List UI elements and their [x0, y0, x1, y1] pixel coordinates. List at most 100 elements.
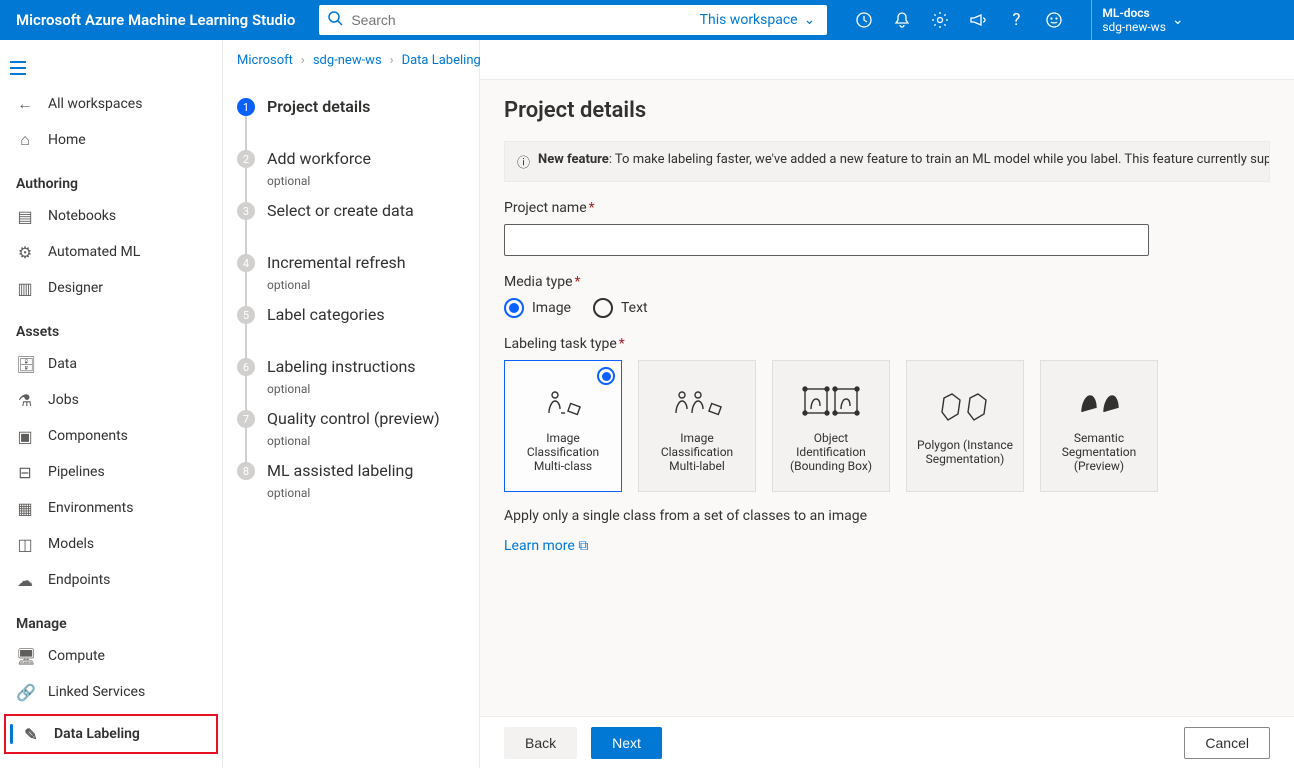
sidebar-section-authoring: Authoring: [0, 158, 222, 198]
sidebar: ← All workspaces ⌂ Home Authoring ▤Noteb…: [0, 40, 223, 768]
task-type-card[interactable]: Polygon (InstanceSegmentation): [906, 360, 1024, 492]
home-icon: ⌂: [16, 130, 34, 150]
scope-dropdown[interactable]: This workspace ⌄: [688, 12, 828, 28]
wizard-step[interactable]: 7 Quality control (preview) optional: [237, 410, 465, 462]
breadcrumb-link[interactable]: Microsoft: [237, 53, 293, 68]
radio-text[interactable]: Text: [593, 298, 648, 318]
step-label: ML assisted labeling: [267, 462, 413, 484]
required-asterisk: *: [589, 200, 595, 216]
sidebar-item-data[interactable]: 🗄Data: [0, 346, 222, 382]
wizard-step[interactable]: 8 ML assisted labeling optional: [237, 462, 465, 500]
step-bullet: 6: [237, 358, 255, 376]
wizard-steps-column: Microsoft › sdg-new-ws › Data Labeling ›…: [223, 40, 480, 768]
sidebar-item-notebooks[interactable]: ▤Notebooks: [0, 198, 222, 234]
next-button[interactable]: Next: [591, 727, 662, 759]
sidebar-item-datalabeling[interactable]: ✎Data Labeling: [6, 716, 216, 752]
sidebar-item-models[interactable]: ◫Models: [0, 526, 222, 562]
required-asterisk: *: [575, 274, 581, 290]
task-type-card[interactable]: SemanticSegmentation(Preview): [1040, 360, 1158, 492]
selected-radio-icon: [597, 367, 615, 385]
radio-icon: [593, 298, 613, 318]
sidebar-item-linked[interactable]: 🔗Linked Services: [0, 674, 222, 710]
sidebar-item-endpoints[interactable]: ☁Endpoints: [0, 562, 222, 598]
clock-icon[interactable]: [845, 0, 883, 40]
flask-icon: ⚗: [16, 391, 34, 410]
search-input[interactable]: [351, 12, 687, 28]
step-optional: optional: [267, 486, 413, 500]
wizard-step[interactable]: 4 Incremental refresh optional: [237, 254, 465, 306]
task-type-card[interactable]: ObjectIdentification(Bounding Box): [772, 360, 890, 492]
task-glyph-icon: [541, 381, 585, 421]
home-label: Home: [48, 132, 86, 148]
back-button[interactable]: Back: [504, 727, 577, 759]
task-type-card[interactable]: ImageClassificationMulti-label: [638, 360, 756, 492]
wizard-step[interactable]: 6 Labeling instructions optional: [237, 358, 465, 410]
step-bullet: 8: [237, 462, 255, 480]
step-label: Add workforce: [267, 150, 371, 172]
sidebar-item-automl[interactable]: ⚙Automated ML: [0, 234, 222, 270]
info-banner: ⓘ New feature: To make labeling faster, …: [504, 141, 1270, 182]
task-card-label: SemanticSegmentation(Preview): [1062, 431, 1137, 473]
step-label: Labeling instructions: [267, 358, 416, 380]
task-glyph-icon: [1074, 381, 1124, 421]
media-type-radios: Image Text: [504, 298, 1270, 318]
gear-icon[interactable]: [921, 0, 959, 40]
sidebar-section-manage: Manage: [0, 598, 222, 638]
breadcrumb-link[interactable]: sdg-new-ws: [313, 53, 382, 68]
sidebar-item-home[interactable]: ⌂ Home: [0, 122, 222, 158]
page-title: Project details: [504, 98, 1270, 123]
sidebar-item-jobs[interactable]: ⚗Jobs: [0, 382, 222, 418]
wizard-step[interactable]: 1 Project details: [237, 98, 465, 150]
header-actions: ?: [845, 0, 1073, 40]
task-glyph-icon: [938, 388, 992, 428]
step-optional: optional: [267, 174, 371, 188]
breadcrumb-link[interactable]: Data Labeling: [402, 53, 481, 68]
account-menu[interactable]: ML-docs sdg-new-ws ⌄: [1091, 0, 1193, 40]
sidebar-item-compute[interactable]: 🖥Compute: [0, 638, 222, 674]
search-box[interactable]: This workspace ⌄: [319, 5, 827, 35]
task-glyph-icon: [670, 381, 724, 421]
wizard-step[interactable]: 3 Select or create data: [237, 202, 465, 254]
task-type-description: Apply only a single class from a set of …: [504, 508, 1270, 524]
compute-icon: 🖥: [16, 647, 34, 666]
step-connector: [245, 116, 247, 150]
megaphone-icon[interactable]: [959, 0, 997, 40]
step-optional: optional: [267, 434, 440, 448]
data-icon: 🗄: [16, 355, 34, 374]
step-label: Quality control (preview): [267, 410, 440, 432]
step-connector: [245, 168, 247, 202]
banner-text: : To make labeling faster, we've added a…: [609, 152, 1270, 167]
radio-icon: [504, 298, 524, 318]
chevron-down-icon: ⌄: [804, 12, 816, 28]
arrow-left-icon: ←: [16, 94, 34, 114]
help-icon[interactable]: ?: [997, 0, 1035, 40]
sidebar-item-pipelines[interactable]: ⊟Pipelines: [0, 454, 222, 490]
brand-title: Microsoft Azure Machine Learning Studio: [8, 11, 303, 29]
required-asterisk: *: [619, 336, 625, 352]
automl-icon: ⚙: [16, 243, 34, 262]
step-connector: [245, 376, 247, 410]
project-name-label: Project name*: [504, 200, 1270, 216]
hamburger-icon[interactable]: [0, 50, 36, 86]
sidebar-item-environments[interactable]: ▦Environments: [0, 490, 222, 526]
task-card-label: ImageClassificationMulti-label: [661, 431, 733, 473]
task-type-card[interactable]: ImageClassificationMulti-class: [504, 360, 622, 492]
wizard-step[interactable]: 5 Label categories: [237, 306, 465, 358]
pipeline-icon: ⊟: [16, 463, 34, 482]
feedback-smile-icon[interactable]: [1035, 0, 1073, 40]
chevron-right-icon: ›: [301, 53, 305, 68]
back-all-workspaces[interactable]: ← All workspaces: [0, 86, 222, 122]
sidebar-item-components[interactable]: ▣Components: [0, 418, 222, 454]
sidebar-item-designer[interactable]: ▥Designer: [0, 270, 222, 306]
scope-label: This workspace: [700, 12, 798, 28]
account-name: ML-docs: [1102, 6, 1166, 20]
endpoints-icon: ☁: [16, 571, 34, 590]
project-name-input[interactable]: [504, 224, 1149, 256]
learn-more-link[interactable]: Learn more ⧉: [504, 538, 588, 554]
models-icon: ◫: [16, 535, 34, 554]
cancel-button[interactable]: Cancel: [1184, 727, 1270, 759]
bell-icon[interactable]: [883, 0, 921, 40]
radio-image[interactable]: Image: [504, 298, 571, 318]
chevron-right-icon: ›: [390, 53, 394, 68]
wizard-step[interactable]: 2 Add workforce optional: [237, 150, 465, 202]
